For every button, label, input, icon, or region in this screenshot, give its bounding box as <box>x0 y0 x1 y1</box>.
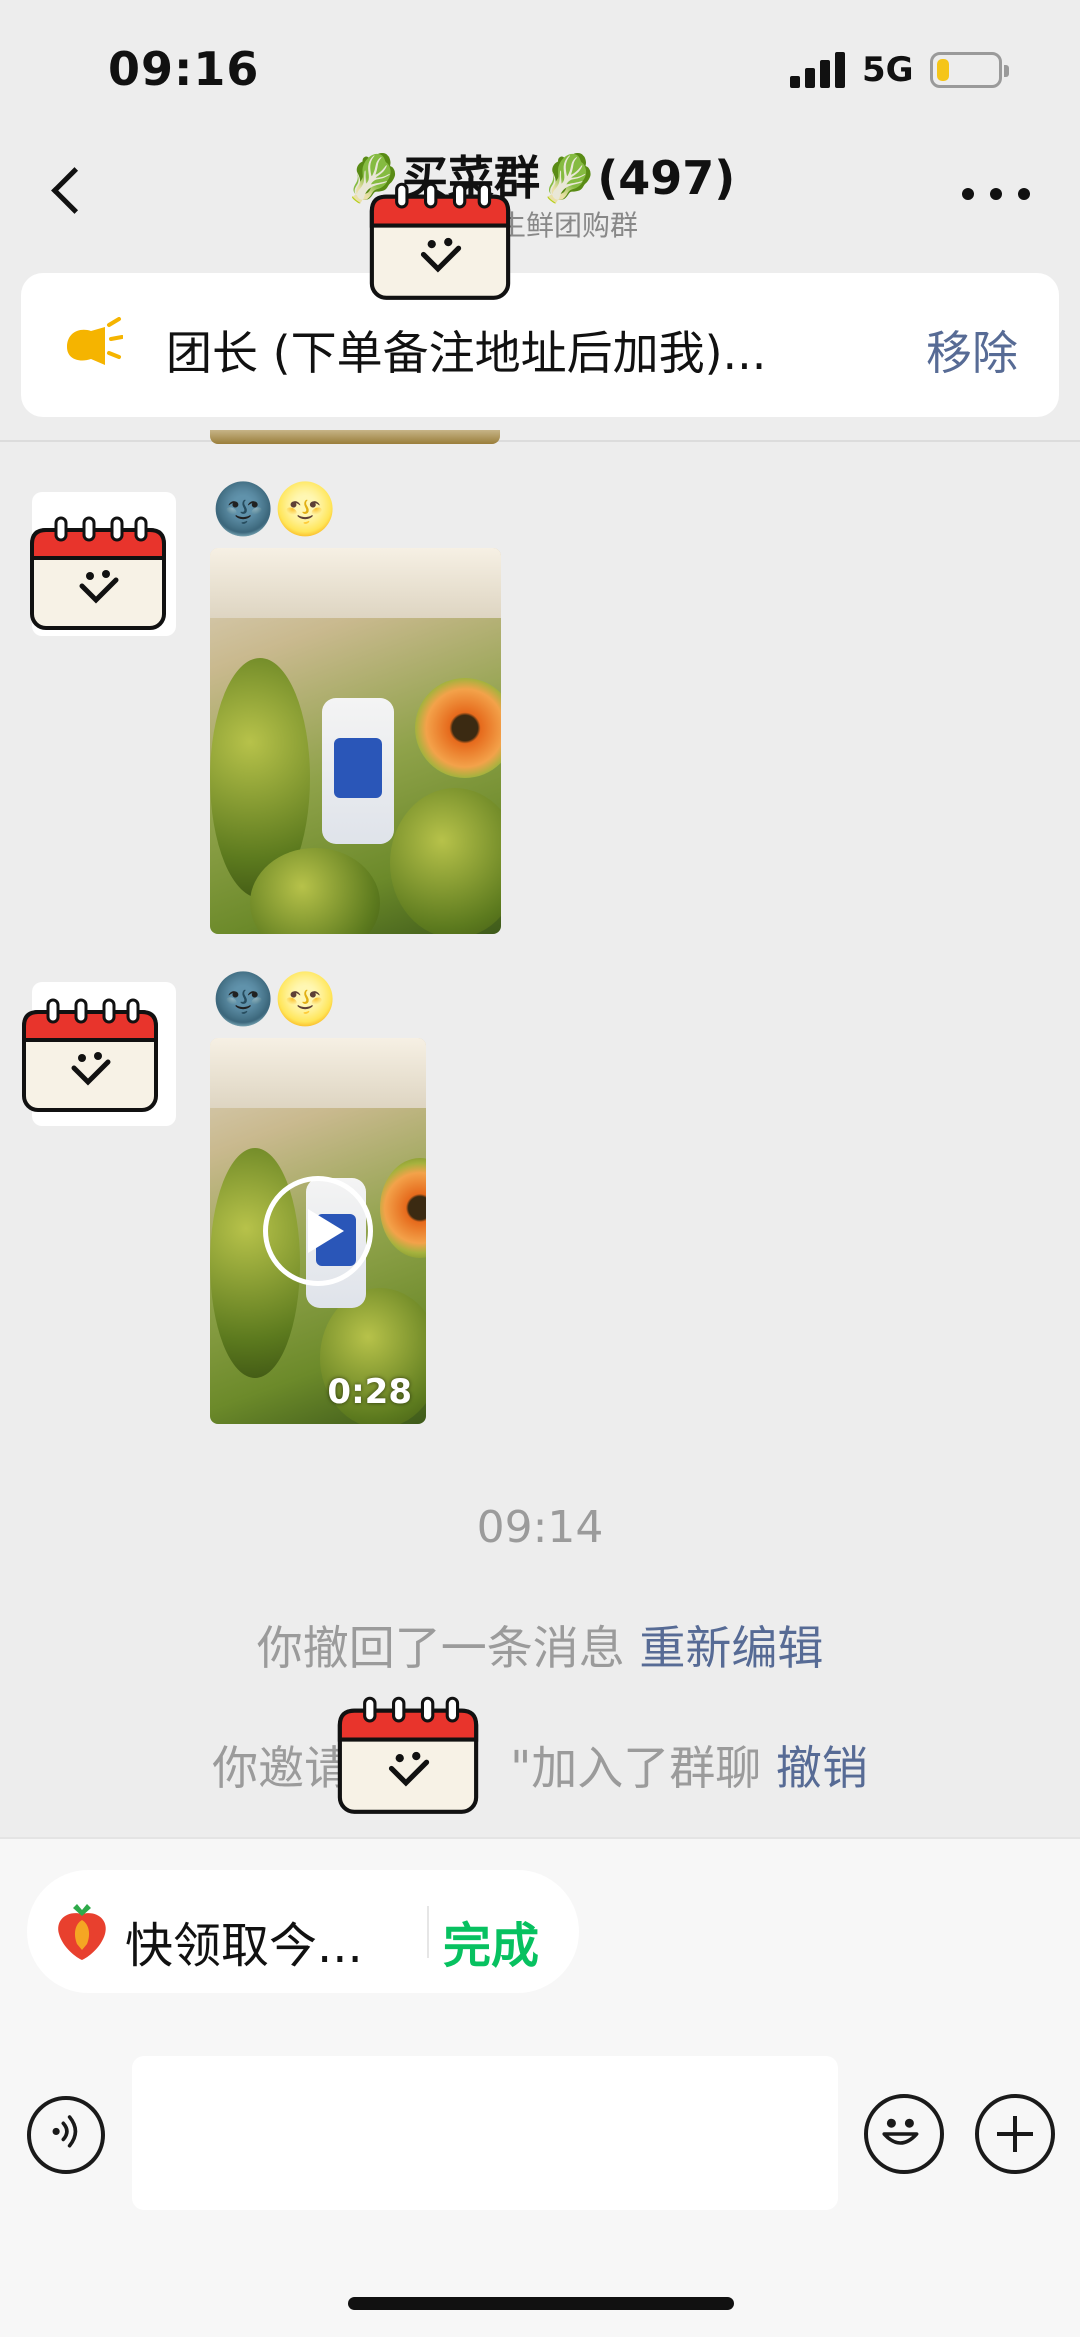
done-button[interactable]: 完成 <box>443 1906 539 1976</box>
avatar[interactable] <box>30 492 176 636</box>
voice-button[interactable] <box>27 2096 105 2174</box>
sender-name: 🌚🌝 <box>212 970 337 1028</box>
invite-notice: 你邀请 "加入了群聊 撤销 <box>0 1732 1080 1798</box>
invite-prefix: 你邀请 <box>212 1741 351 1795</box>
play-icon[interactable] <box>263 1176 373 1286</box>
voice-icon <box>52 2115 78 2148</box>
signal-icon <box>790 52 846 88</box>
calendar-sticker-icon <box>337 1696 479 1814</box>
divider <box>0 440 1080 442</box>
calendar-sticker-icon <box>369 182 511 300</box>
video-message[interactable]: 0:28 <box>210 1038 426 1424</box>
video-duration: 0:28 <box>327 1372 412 1412</box>
message-timestamp: 09:14 <box>476 1502 604 1553</box>
recall-text: 你撤回了一条消息 <box>256 1621 625 1675</box>
plus-button[interactable] <box>975 2094 1055 2174</box>
invite-suffix: "加入了群聊 <box>510 1741 762 1795</box>
battery-level <box>937 59 949 81</box>
undo-invite-link[interactable]: 撤销 <box>776 1741 868 1795</box>
nav-bar: 🥬买菜群🥬(497) 水果生鲜团购群 <box>0 130 1080 260</box>
network-type: 5G <box>862 50 914 90</box>
task-divider <box>427 1906 429 1958</box>
previous-image-edge[interactable] <box>210 430 500 444</box>
smiley-icon <box>882 2118 919 2145</box>
chat-subtitle: 水果生鲜团购群 <box>441 209 638 242</box>
calendar-smile-icon <box>30 516 166 630</box>
avatar[interactable] <box>22 982 176 1126</box>
more-button[interactable] <box>962 174 1032 214</box>
home-indicator <box>348 2297 734 2310</box>
recall-notice: 你撤回了一条消息 重新编辑 <box>0 1612 1080 1678</box>
re-edit-link[interactable]: 重新编辑 <box>639 1621 823 1675</box>
notice-text: 团长 (下单备注地址后加我)... <box>166 326 767 380</box>
remove-notice-button[interactable]: 移除 <box>926 317 1018 383</box>
status-bar: 09:16 5G <box>0 0 1080 130</box>
megaphone-icon <box>67 317 123 365</box>
battery-icon <box>930 52 1009 88</box>
status-time: 09:16 <box>108 42 260 96</box>
strawberry-icon <box>58 1904 106 1960</box>
meter-device <box>322 698 394 844</box>
pinned-notice[interactable]: 团长 (下单备注地址后加我)... 移除 <box>21 273 1059 417</box>
sender-name: 🌚🌝 <box>212 480 337 538</box>
message-input[interactable] <box>132 2056 838 2210</box>
task-text: 快领取今... <box>125 1918 363 1974</box>
chat-title[interactable]: 🥬买菜群🥬(497) <box>0 142 1080 208</box>
task-chip[interactable]: 快领取今... 完成 <box>27 1870 579 1993</box>
emoji-button[interactable] <box>864 2094 944 2174</box>
image-message[interactable] <box>210 548 501 934</box>
calendar-smile-icon <box>22 998 158 1112</box>
